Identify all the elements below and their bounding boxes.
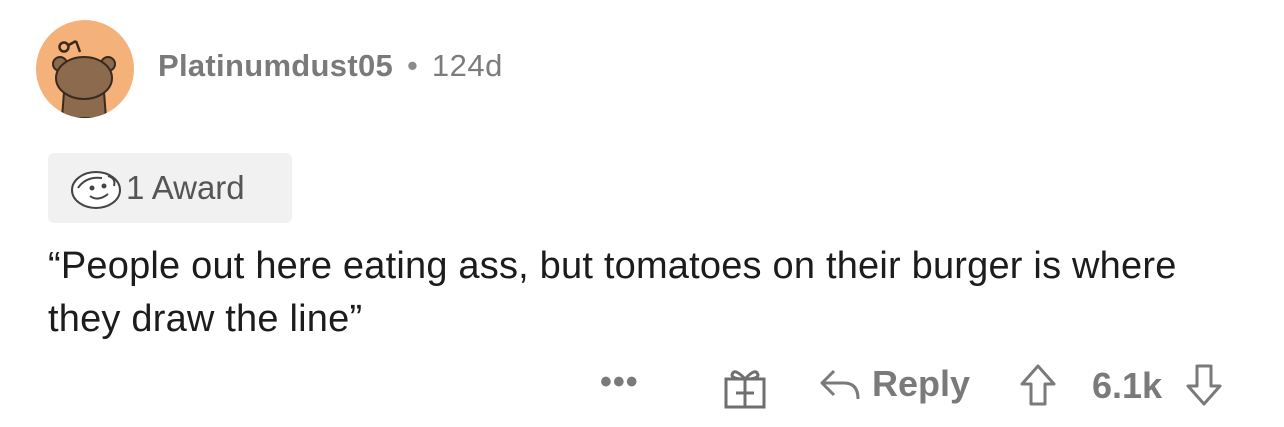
comment-body: “People out here eating ass, but tomatoe… [48, 245, 1177, 340]
upvote-arrow-icon [1020, 364, 1056, 406]
avatar[interactable] [36, 20, 134, 118]
vote-score: 6.1k [1092, 365, 1163, 406]
comment-header: Platinumdust05 • 124d [158, 48, 503, 84]
gift-icon [724, 370, 766, 409]
award-count-label: 1 Award [126, 169, 245, 206]
reply-arrow-icon [820, 369, 860, 400]
more-options-button[interactable]: ••• [600, 363, 639, 402]
separator-dot: • [407, 48, 418, 83]
snoo-avatar-icon [52, 39, 116, 118]
reply-button[interactable]: Reply [818, 363, 970, 405]
upvote-button[interactable] [1018, 363, 1058, 407]
username-link[interactable]: Platinumdust05 [158, 48, 393, 84]
award-face-icon [71, 171, 121, 209]
more-options-label: ••• [600, 363, 639, 401]
reply-label: Reply [872, 363, 971, 404]
downvote-arrow-icon [1186, 364, 1222, 406]
comment-age: 124d [431, 48, 503, 83]
downvote-button[interactable] [1184, 363, 1224, 407]
give-award-button[interactable] [722, 365, 768, 409]
comment-actions: ••• Reply 6.1k [0, 357, 1284, 417]
award-badge[interactable]: 1 Award [48, 153, 292, 223]
